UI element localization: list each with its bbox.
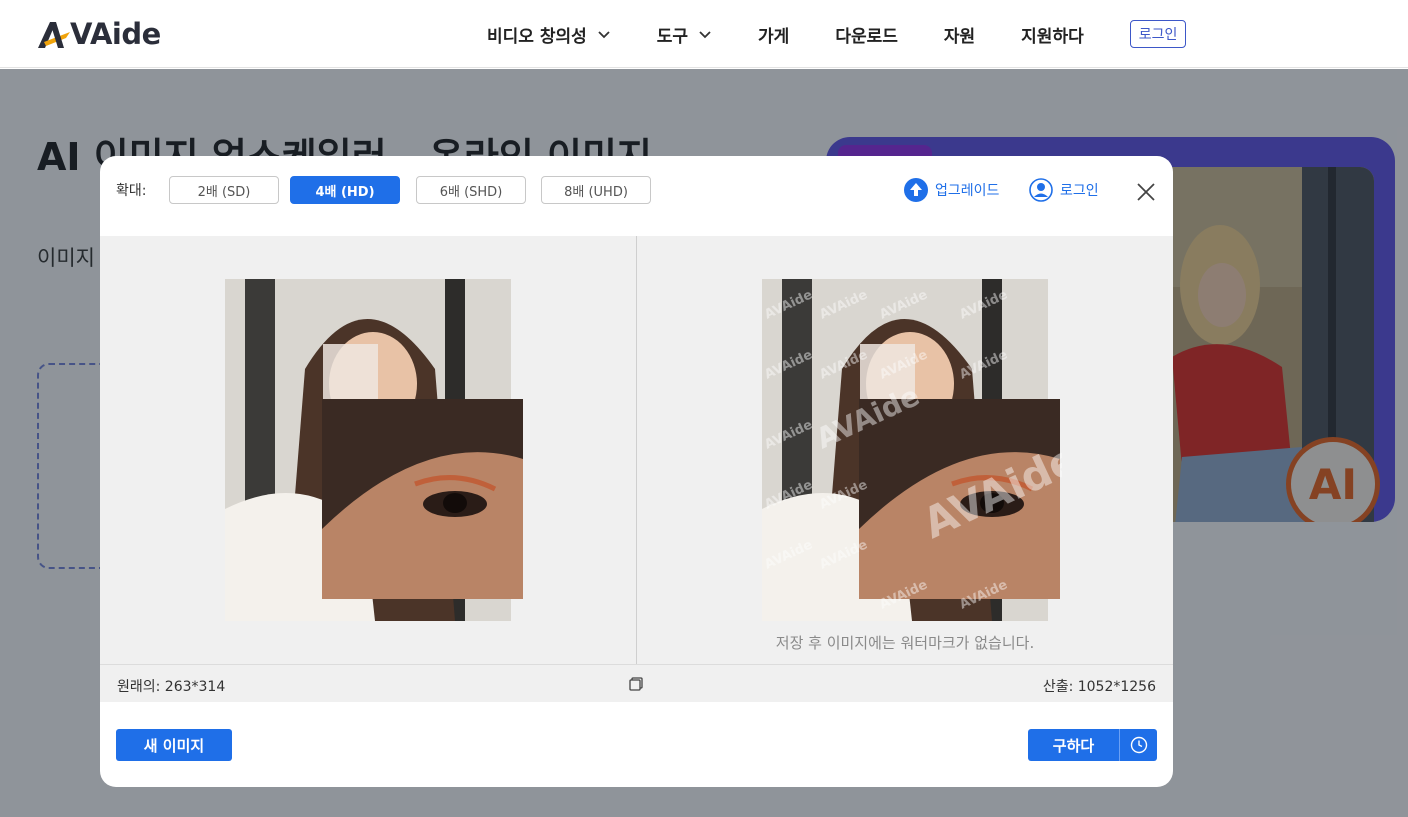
- site-header: VAide 비디오 창의성 도구 가게 다운로드 자원 지원하다 로그인: [0, 0, 1408, 68]
- comparison-divider[interactable]: [636, 236, 637, 664]
- new-image-button[interactable]: 새 이미지: [116, 729, 232, 761]
- upscaled-image[interactable]: AVAide AVAide AVAide AVAide AVAide AVAid…: [762, 279, 1062, 621]
- clock-icon: [1130, 736, 1147, 754]
- logo-text: VAide: [70, 17, 161, 51]
- upgrade-label: 업그레이드: [935, 183, 1000, 199]
- upgrade-icon: [904, 178, 928, 202]
- comparison-area: AVAide AVAide AVAide AVAide AVAide AVAid…: [100, 236, 1173, 664]
- original-image[interactable]: [225, 279, 525, 621]
- nav-item-tools[interactable]: 도구: [657, 22, 712, 47]
- upgrade-link[interactable]: 업그레이드: [904, 178, 999, 202]
- nav-item-store[interactable]: 가게: [758, 22, 789, 47]
- close-icon[interactable]: [1134, 180, 1158, 204]
- zoom-8x-button[interactable]: 8배 (UHD): [541, 176, 651, 204]
- modal-login-link[interactable]: 로그인: [1029, 178, 1099, 202]
- zoom-4x-button[interactable]: 4배 (HD): [290, 176, 400, 204]
- nav-item-resources[interactable]: 자원: [944, 22, 975, 47]
- size-info-bar: 원래의: 263*314 산출: 1052*1256: [100, 664, 1173, 702]
- nav-item-download[interactable]: 다운로드: [835, 22, 898, 47]
- header-login-button[interactable]: 로그인: [1129, 20, 1187, 48]
- save-button-group: 구하다: [1028, 729, 1157, 761]
- modal-login-label: 로그인: [1060, 183, 1099, 199]
- copy-icon[interactable]: [628, 676, 644, 692]
- user-icon: [1029, 178, 1053, 202]
- nav-item-label: 비디오 창의성: [487, 26, 587, 47]
- chevron-down-icon: [699, 31, 711, 39]
- zoom-label: 확대:: [116, 183, 147, 199]
- nav-item-label: 다운로드: [835, 26, 898, 47]
- nav-item-label: 지원하다: [1021, 26, 1084, 47]
- logo[interactable]: VAide: [36, 14, 161, 54]
- logo-mark-icon: [38, 22, 70, 48]
- zoom-6x-button[interactable]: 6배 (SHD): [416, 176, 526, 204]
- history-button[interactable]: [1120, 729, 1157, 761]
- zoom-2x-button[interactable]: 2배 (SD): [169, 176, 279, 204]
- watermark-note: 저장 후 이미지에는 워터마크가 없습니다.: [775, 634, 1035, 652]
- nav-item-label: 자원: [943, 26, 976, 47]
- modal-toolbar: 확대: 2배 (SD) 4배 (HD) 6배 (SHD) 8배 (UHD) 업그…: [100, 156, 1173, 236]
- nav-item-support[interactable]: 지원하다: [1021, 22, 1084, 47]
- original-size: 원래의: 263*314: [117, 679, 226, 695]
- upscale-modal: 확대: 2배 (SD) 4배 (HD) 6배 (SHD) 8배 (UHD) 업그…: [100, 156, 1173, 787]
- output-size: 산출: 1052*1256: [1042, 679, 1156, 695]
- nav-item-label: 가게: [758, 26, 790, 47]
- chevron-down-icon: [598, 31, 610, 39]
- nav-item-label: 도구: [656, 26, 689, 47]
- main-nav: 비디오 창의성 도구 가게 다운로드 자원 지원하다 로그인: [487, 0, 1187, 68]
- nav-item-video[interactable]: 비디오 창의성: [487, 22, 611, 47]
- save-button[interactable]: 구하다: [1028, 729, 1120, 761]
